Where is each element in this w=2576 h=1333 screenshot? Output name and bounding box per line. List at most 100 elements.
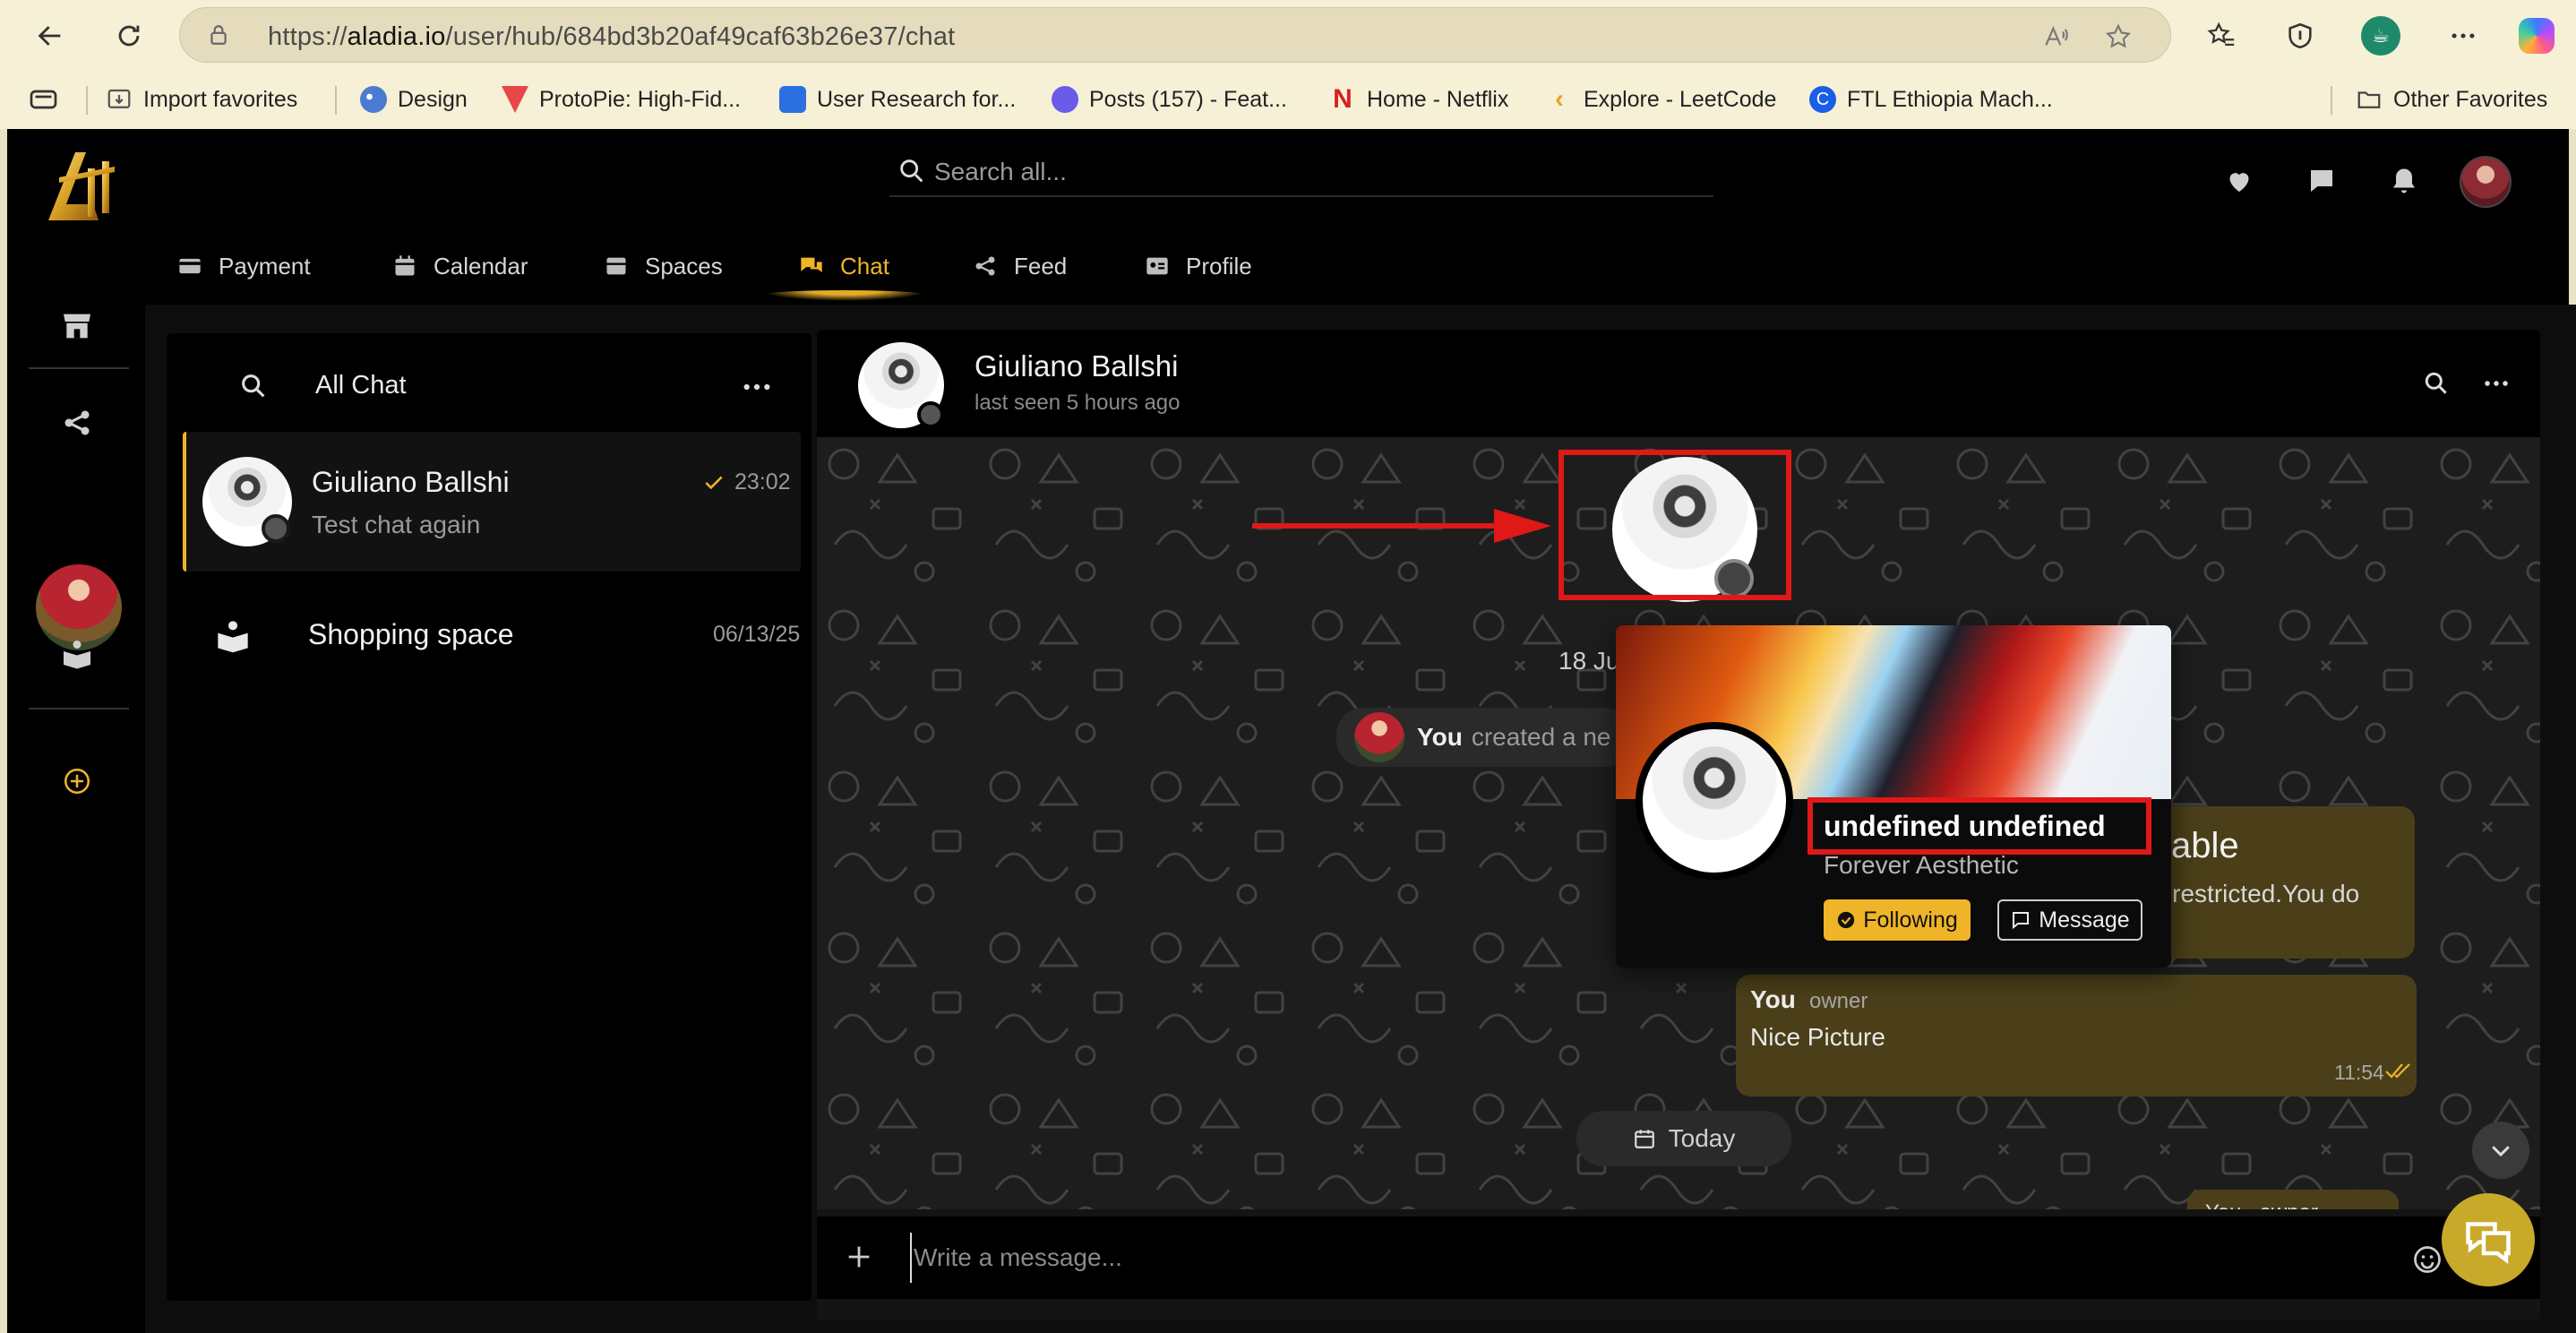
url-text: https://aladia.io/user/hub/684bd3b20af49…	[268, 22, 956, 51]
read-check-icon	[705, 476, 723, 490]
chat-list-item[interactable]: Giuliano Ballshi Test chat again 23:02	[183, 432, 801, 572]
chat-list-item[interactable]: Shopping space 06/13/25	[183, 584, 801, 688]
search-input[interactable]	[934, 152, 1651, 192]
tab-spaces[interactable]: Spaces	[604, 233, 723, 299]
id-card-icon	[1146, 257, 1168, 275]
copilot-icon[interactable]	[2513, 13, 2560, 59]
favorite-leetcode[interactable]: ‹ Explore - LeetCode	[1546, 84, 1776, 115]
import-icon	[107, 89, 131, 108]
spaces-icon	[606, 257, 626, 275]
favorite-netflix[interactable]: N Home - Netflix	[1329, 84, 1508, 115]
more-options-icon[interactable]	[2483, 374, 2510, 392]
message-time: 11:54	[2334, 1061, 2384, 1084]
chat-list-header: All Chat	[167, 333, 811, 432]
user-avatar	[1354, 712, 1404, 762]
favbar-divider	[335, 86, 337, 115]
folder-icon	[2357, 91, 2381, 108]
posts-app-icon	[1052, 86, 1078, 113]
message-time: 23:02	[734, 469, 791, 494]
reader-icon[interactable]	[56, 632, 99, 675]
favorite-star-icon[interactable]	[2102, 21, 2134, 53]
message-bubble-partial[interactable]: You owner	[2187, 1190, 2399, 1209]
protopie-icon	[502, 86, 528, 113]
messages-icon[interactable]	[2302, 161, 2341, 201]
more-menu-icon[interactable]	[2440, 13, 2486, 59]
browser-toolbar: https://aladia.io/user/hub/684bd3b20af49…	[0, 0, 2576, 70]
emoji-icon[interactable]	[2411, 1243, 2443, 1276]
search-icon[interactable]	[2422, 369, 2451, 398]
following-button[interactable]: Following	[1824, 899, 1971, 941]
message-bubble[interactable]: You owner Nice Picture 11:54	[1736, 975, 2417, 1096]
sender-role: owner	[1809, 989, 1868, 1013]
status-indicator	[917, 401, 944, 428]
sender-name: You owner	[2205, 1200, 2318, 1209]
leetcode-icon: ‹	[1555, 84, 1564, 114]
search-icon[interactable]	[238, 371, 269, 401]
tab-chat[interactable]: Chat	[799, 233, 889, 299]
palette-icon	[360, 86, 387, 113]
conversation-name: Giuliano Ballshi	[975, 349, 1179, 383]
favorite-protopie[interactable]: ProtoPie: High-Fid...	[502, 84, 741, 115]
netflix-icon: N	[1333, 84, 1352, 114]
profile-avatar[interactable]	[1643, 729, 1786, 873]
favorite-design[interactable]: Design	[360, 84, 468, 115]
favorite-user-research[interactable]: User Research for...	[779, 84, 1016, 115]
heart-icon[interactable]	[2220, 161, 2259, 201]
refresh-icon[interactable]	[106, 13, 152, 59]
sidebar-divider	[29, 367, 129, 369]
highlight-box-name	[1807, 797, 2151, 855]
favbar-divider	[86, 86, 88, 115]
app-window: Payment Calendar Spaces Chat Feed Profil…	[0, 129, 2576, 1333]
other-favorites[interactable]: Other Favorites	[2356, 84, 2547, 115]
tab-feed[interactable]: Feed	[973, 233, 1067, 299]
status-indicator	[262, 514, 290, 543]
global-search[interactable]	[889, 149, 1713, 197]
more-options-icon[interactable]	[742, 376, 772, 398]
left-sidebar	[14, 305, 140, 1326]
conversation-header: Giuliano Ballshi last seen 5 hours ago	[817, 330, 2540, 437]
coffee-extension-icon[interactable]: ☕	[2357, 13, 2404, 59]
active-tab-indicator	[760, 290, 930, 301]
scroll-down-button[interactable]	[2472, 1122, 2529, 1179]
sidebar-divider	[29, 708, 129, 710]
favorites-bar: Import favorites Design ProtoPie: High-F…	[0, 70, 2576, 129]
favorite-import[interactable]: Import favorites	[106, 84, 297, 115]
check-circle-icon	[1838, 911, 1855, 929]
tab-calendar[interactable]: Calendar	[392, 233, 528, 299]
address-bar[interactable]: https://aladia.io/user/hub/684bd3b20af49…	[179, 7, 2171, 63]
lock-icon	[210, 25, 227, 45]
message-button[interactable]: Message	[1997, 899, 2142, 941]
last-seen-status: last seen 5 hours ago	[975, 391, 1181, 415]
plus-icon[interactable]	[844, 1242, 874, 1272]
tab-profile[interactable]: Profile	[1145, 233, 1252, 299]
bell-icon[interactable]	[2384, 161, 2424, 201]
chat-bubble-icon	[2013, 912, 2030, 930]
add-circle-icon[interactable]	[56, 760, 99, 803]
collections-icon[interactable]	[29, 84, 61, 115]
network-share-icon[interactable]	[56, 401, 99, 444]
support-chat-icon	[2466, 1222, 2511, 1264]
sender-name: You	[1750, 985, 1796, 1013]
double-check-icon	[2385, 1063, 2410, 1079]
favorite-posts[interactable]: Posts (157) - Feat...	[1052, 84, 1287, 115]
favorites-icon[interactable]	[2198, 13, 2245, 59]
message-composer	[817, 1217, 2540, 1299]
search-icon	[900, 159, 923, 183]
read-aloud-icon[interactable]	[2039, 21, 2072, 53]
shield-icon[interactable]	[2277, 13, 2323, 59]
profile-hover-card: undefined undefined Forever Aesthetic Fo…	[1616, 625, 2171, 968]
chevron-down-icon	[2492, 1146, 2510, 1157]
ftl-icon: C	[1809, 86, 1836, 113]
tab-payment[interactable]: Payment	[177, 233, 311, 299]
favbar-divider	[2331, 86, 2332, 115]
aladia-logo[interactable]	[39, 142, 120, 231]
store-icon[interactable]	[56, 305, 99, 348]
favorite-ftl[interactable]: C FTL Ethiopia Mach...	[1809, 84, 2053, 115]
back-icon[interactable]	[27, 13, 73, 59]
calendar-icon	[1634, 1130, 1654, 1148]
support-chat-fab[interactable]	[2442, 1193, 2535, 1286]
user-avatar[interactable]	[2460, 156, 2512, 208]
reader-icon	[218, 621, 248, 653]
message-text: Nice Picture	[1750, 1023, 1885, 1051]
message-input[interactable]	[910, 1233, 2343, 1283]
